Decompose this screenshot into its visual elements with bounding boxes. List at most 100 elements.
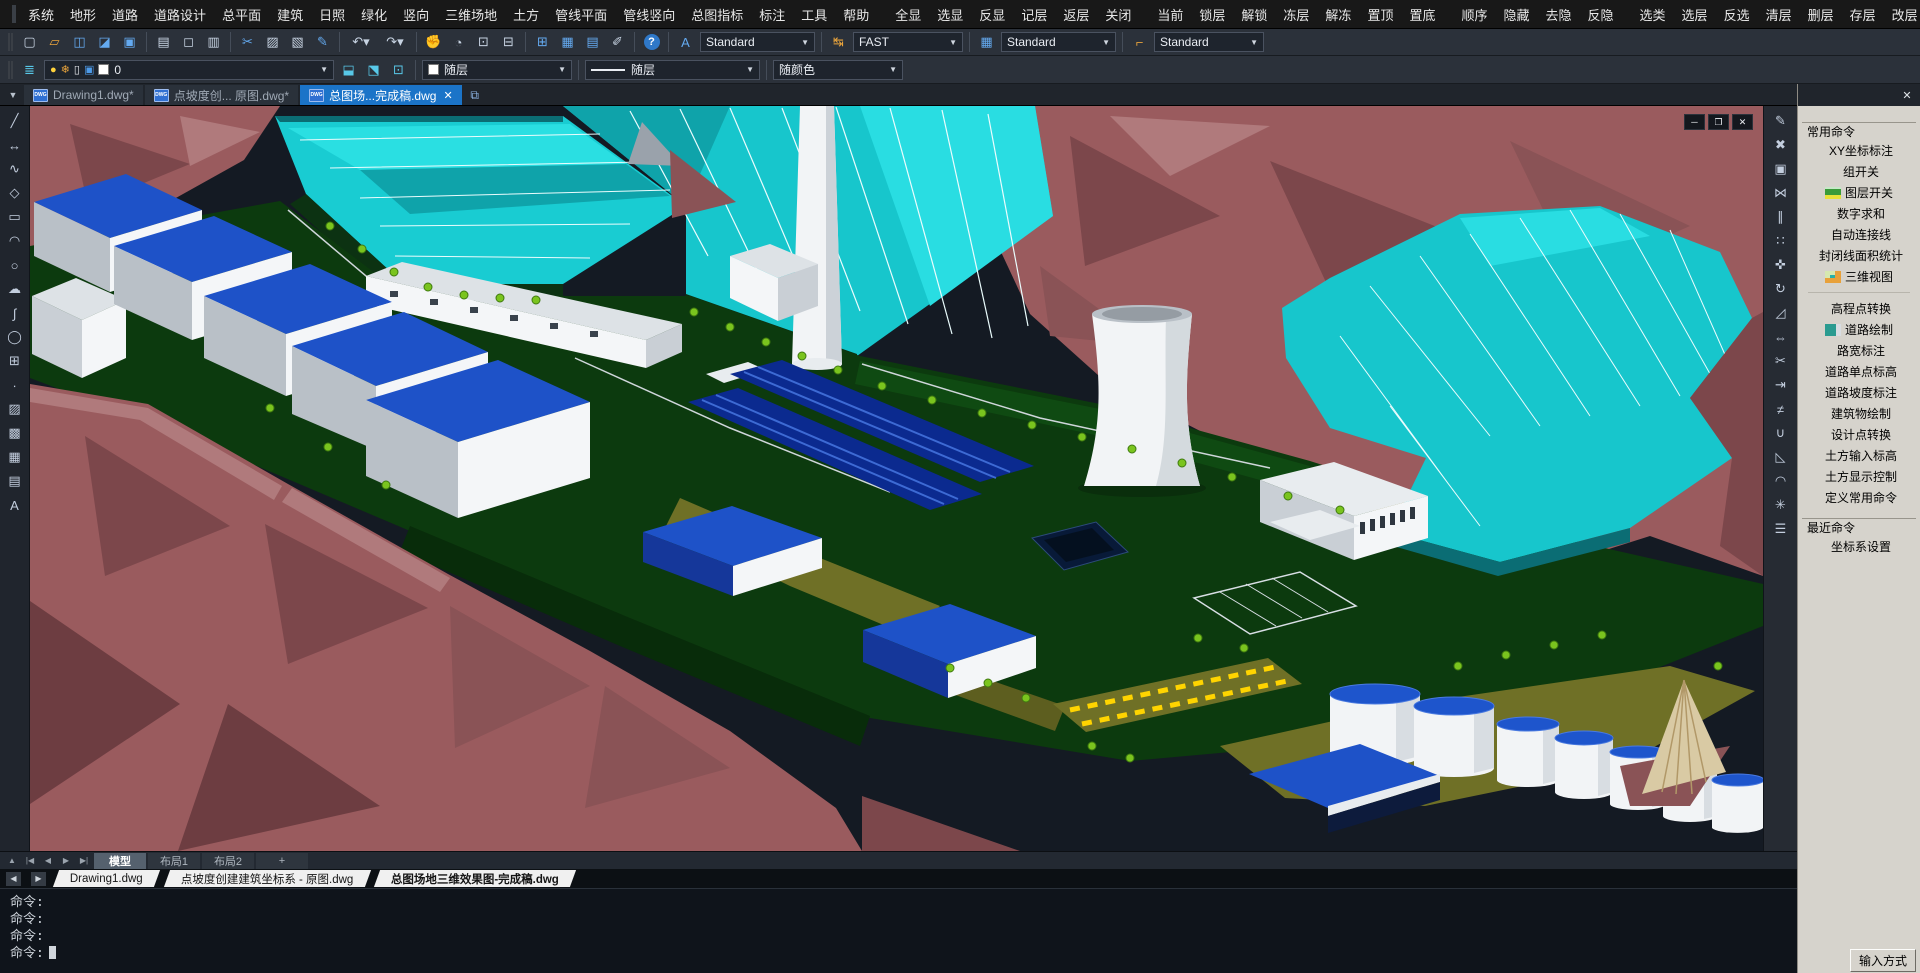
- file-tab[interactable]: 总图场地三维效果图-完成稿.dwg: [374, 870, 576, 887]
- layer-state-command[interactable]: 置顶: [1359, 5, 1401, 24]
- stretch-icon[interactable]: ⇔: [1768, 325, 1793, 349]
- hatch-icon[interactable]: ▨: [2, 397, 27, 421]
- layer-display-command[interactable]: 反显: [971, 5, 1013, 24]
- layout-tab[interactable]: 布局2: [202, 853, 254, 869]
- close-icon[interactable]: ✕: [1899, 87, 1915, 103]
- lineweight-combo[interactable]: 随颜色 ▼: [773, 60, 903, 80]
- menu-item[interactable]: 日照: [311, 5, 353, 24]
- linetype-combo[interactable]: 随层 ▼: [585, 60, 760, 80]
- point-icon[interactable]: ∙: [2, 373, 27, 397]
- xline-icon[interactable]: ↔: [2, 133, 27, 157]
- polygon-icon[interactable]: ◇: [2, 181, 27, 205]
- layer-previous-icon[interactable]: ⬔: [361, 59, 386, 81]
- close-icon[interactable]: ✕: [441, 89, 452, 102]
- insert-block-icon[interactable]: ⊞: [2, 349, 27, 373]
- layer-tool-command[interactable]: 改层: [1884, 5, 1920, 24]
- zoom-previous-icon[interactable]: ⊟: [496, 31, 521, 53]
- arc-icon[interactable]: ◠: [2, 229, 27, 253]
- layer-state-command[interactable]: 置底: [1401, 5, 1443, 24]
- minimize-icon[interactable]: ─: [1684, 114, 1705, 130]
- color-combo[interactable]: 随层 ▼: [422, 60, 572, 80]
- revcloud-icon[interactable]: ☁: [2, 277, 27, 301]
- layer-tool-command[interactable]: 反选: [1716, 5, 1758, 24]
- spline-icon[interactable]: ∫: [2, 301, 27, 325]
- menu-item[interactable]: 竖向: [395, 5, 437, 24]
- new-file-icon[interactable]: ▢: [17, 31, 42, 53]
- mleader-style-combo[interactable]: Standard▼: [1154, 32, 1264, 52]
- panel-command-item[interactable]: 道路绘制: [1802, 319, 1916, 340]
- array-icon[interactable]: ∷: [1768, 229, 1793, 253]
- layer-display-command[interactable]: 记层: [1013, 5, 1055, 24]
- move-icon[interactable]: ✜: [1768, 253, 1793, 277]
- restore-icon[interactable]: ❐: [1708, 114, 1729, 130]
- layout-tab[interactable]: 模型: [94, 853, 146, 869]
- layer-state-command[interactable]: 冻层: [1275, 5, 1317, 24]
- print-icon[interactable]: ▤: [151, 31, 176, 53]
- panel-command-item[interactable]: XY坐标标注: [1802, 140, 1916, 161]
- save-as-icon[interactable]: ◪: [92, 31, 117, 53]
- panel-command-item[interactable]: 建筑物绘制: [1802, 403, 1916, 424]
- erase-icon[interactable]: ✖: [1768, 133, 1793, 157]
- panel-command-item[interactable]: 定义常用命令: [1802, 487, 1916, 508]
- file-tab[interactable]: 点坡度创建建筑坐标系 - 原图.dwg: [164, 870, 371, 887]
- menu-item[interactable]: 道路设计: [146, 5, 214, 24]
- zoom-window-icon[interactable]: ⊡: [471, 31, 496, 53]
- chamfer-icon[interactable]: ◺: [1768, 445, 1793, 469]
- join-icon[interactable]: ∪: [1768, 421, 1793, 445]
- menu-item[interactable]: 管线平面: [547, 5, 615, 24]
- recent-command-item[interactable]: 坐标系设置: [1802, 536, 1916, 557]
- layout-tab[interactable]: 布局1: [148, 853, 200, 869]
- fillet-icon[interactable]: ◠: [1768, 469, 1793, 493]
- copy-icon[interactable]: ▣: [1768, 157, 1793, 181]
- menu-item[interactable]: 绿化: [353, 5, 395, 24]
- menu-item[interactable]: 工具: [793, 5, 835, 24]
- input-mode-button[interactable]: 输入方式: [1850, 949, 1916, 972]
- offset-icon[interactable]: ∥: [1768, 205, 1793, 229]
- file-nav-button[interactable]: ◀: [6, 872, 21, 886]
- panel-command-item[interactable]: 图层开关: [1802, 182, 1916, 203]
- gradient-icon[interactable]: ▩: [2, 421, 27, 445]
- menu-item[interactable]: 总平面: [214, 5, 269, 24]
- menu-item[interactable]: 总图指标: [683, 5, 751, 24]
- undo-icon[interactable]: ↶▾: [344, 31, 378, 53]
- redo-icon[interactable]: ↷▾: [378, 31, 412, 53]
- layer-display-command[interactable]: 全显: [887, 5, 929, 24]
- layer-state-command[interactable]: 当前: [1149, 5, 1191, 24]
- extend-icon[interactable]: ⇥: [1768, 373, 1793, 397]
- open-file-icon[interactable]: ▱: [42, 31, 67, 53]
- region-icon[interactable]: ▦: [2, 445, 27, 469]
- ellipse-icon[interactable]: ◯: [2, 325, 27, 349]
- tab-list-dropdown-icon[interactable]: ▼: [2, 85, 24, 105]
- menu-item[interactable]: 帮助: [835, 5, 877, 24]
- menu-item[interactable]: 建筑: [269, 5, 311, 24]
- document-tab[interactable]: DWG 点坡度创... 原图.dwg* ✕: [145, 85, 298, 105]
- layer-state-command[interactable]: 解冻: [1317, 5, 1359, 24]
- rotate-icon[interactable]: ↻: [1768, 277, 1793, 301]
- edit-icon[interactable]: ✐: [605, 31, 630, 53]
- file-tab[interactable]: Drawing1.dwg: [53, 870, 160, 887]
- copy-drawing-icon[interactable]: ▣: [117, 31, 142, 53]
- menu-item[interactable]: 土方: [505, 5, 547, 24]
- close-icon[interactable]: ✕: [1732, 114, 1753, 130]
- panel-command-item[interactable]: 路宽标注: [1802, 340, 1916, 361]
- rectangle-icon[interactable]: ▭: [2, 205, 27, 229]
- menu-item[interactable]: 地形: [62, 5, 104, 24]
- properties-icon[interactable]: ☰: [1768, 517, 1793, 541]
- layer-tool-command[interactable]: 选层: [1674, 5, 1716, 24]
- text-icon[interactable]: A: [2, 493, 27, 517]
- layout-nav-button[interactable]: ◀: [40, 853, 56, 868]
- panel-command-item[interactable]: 土方输入标高: [1802, 445, 1916, 466]
- text-style-combo[interactable]: Standard▼: [700, 32, 815, 52]
- cut-icon[interactable]: ✂: [235, 31, 260, 53]
- layout-tab[interactable]: +: [256, 853, 308, 869]
- print-preview-icon[interactable]: ◻: [176, 31, 201, 53]
- pan-icon[interactable]: ✊: [421, 31, 446, 53]
- circle-icon[interactable]: ○: [2, 253, 27, 277]
- file-nav-button[interactable]: ▶: [31, 872, 46, 886]
- zoom-realtime-icon[interactable]: ◔: [446, 31, 471, 53]
- panel-command-item[interactable]: 封闭线面积统计: [1802, 245, 1916, 266]
- menu-item[interactable]: 管线竖向: [615, 5, 683, 24]
- menu-item[interactable]: 道路: [104, 5, 146, 24]
- layout-nav-button[interactable]: ▶|: [76, 853, 92, 868]
- layer-tool-command[interactable]: 清层: [1758, 5, 1800, 24]
